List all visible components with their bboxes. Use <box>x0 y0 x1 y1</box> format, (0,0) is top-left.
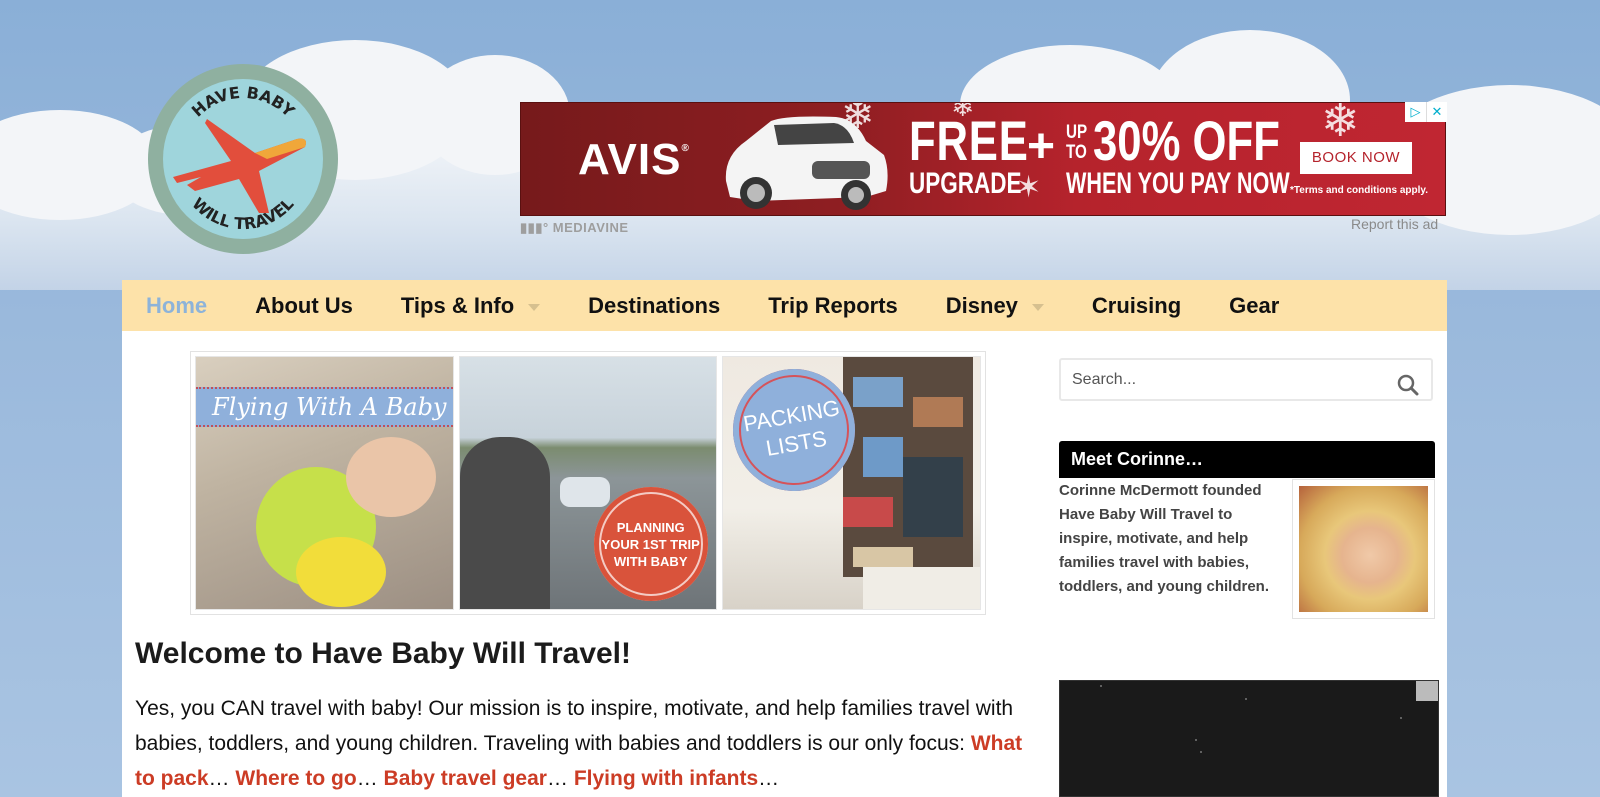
nav-item-home[interactable]: Home <box>146 293 207 319</box>
nav-item-destinations[interactable]: Destinations <box>588 293 720 319</box>
close-icon[interactable]: ✕ <box>1426 102 1447 122</box>
ad-brand: AVIS® <box>578 135 690 184</box>
person-silhouette <box>459 437 550 609</box>
main-content: Flying With A Baby PLANNING YOUR 1ST TRIP… <box>122 331 1447 797</box>
report-ad-link[interactable]: Report this ad <box>1351 216 1438 232</box>
tile-title-stamp: PLANNING YOUR 1ST TRIP WITH BABY <box>593 487 708 601</box>
nav-item-about-us[interactable]: About Us <box>255 293 353 319</box>
caret-down-icon <box>528 303 541 311</box>
site-logo[interactable]: HAVE BABY WILL TRAVEL <box>147 63 339 255</box>
mediavine-logo: ▮▮▮° MEDIAVINE <box>520 220 629 235</box>
link-baby-travel-gear[interactable]: Baby travel gear <box>384 767 547 790</box>
ad-choices[interactable]: ▷ ✕ <box>1405 102 1447 122</box>
gallery-tile-packing-lists[interactable]: PACKING LISTS <box>722 356 982 610</box>
separator: … <box>356 767 378 790</box>
gallery-tile-flying-with-baby[interactable]: Flying With A Baby <box>195 356 454 610</box>
ad-headline-discount: 30% OFF <box>1093 109 1280 172</box>
search-box <box>1059 358 1433 401</box>
caret-down-icon <box>1031 303 1044 311</box>
toy-shape <box>296 537 386 607</box>
ad-up-to: UP TO <box>1066 122 1088 163</box>
page-title: Welcome to Have Baby Will Travel! <box>135 637 632 670</box>
sidebar-video-ad[interactable] <box>1059 680 1439 797</box>
nav-item-gear[interactable]: Gear <box>1229 293 1279 319</box>
meet-corinne-heading: Meet Corinne… <box>1059 441 1435 478</box>
star-dot <box>1400 717 1402 719</box>
separator: … <box>758 767 780 790</box>
link-flying-with-infants[interactable]: Flying with infants <box>574 767 758 790</box>
main-nav: Home About Us Tips & Info Destinations T… <box>122 280 1447 331</box>
separator: … <box>546 767 568 790</box>
star-dot <box>1200 751 1202 753</box>
ad-headline-pay-now: WHEN YOU PAY NOW <box>1066 167 1290 200</box>
book-now-button[interactable]: BOOK NOW <box>1300 142 1412 174</box>
ad-choices-icon[interactable]: ▷ <box>1405 102 1426 122</box>
tile-title: Flying With A Baby <box>196 387 453 427</box>
star-dot <box>1100 685 1102 687</box>
ad-headline-free: FREE <box>909 109 1029 172</box>
author-photo <box>1292 479 1435 619</box>
separator: … <box>208 767 230 790</box>
baby-face <box>346 437 436 517</box>
featured-gallery: Flying With A Baby PLANNING YOUR 1ST TRIP… <box>190 351 986 615</box>
search-icon[interactable] <box>1397 374 1419 401</box>
ad-headline-upgrade: UPGRADE <box>909 167 1022 200</box>
ad-choices-icon[interactable] <box>1416 681 1438 701</box>
star-dot <box>1245 698 1247 700</box>
nav-item-tips-info[interactable]: Tips & Info <box>401 293 541 319</box>
nav-item-cruising[interactable]: Cruising <box>1092 293 1181 319</box>
nav-item-trip-reports[interactable]: Trip Reports <box>768 293 898 319</box>
car-image <box>725 116 888 210</box>
nav-item-disney[interactable]: Disney <box>946 293 1044 319</box>
author-portrait <box>1299 486 1428 612</box>
gallery-tile-planning-first-trip[interactable]: PLANNING YOUR 1ST TRIP WITH BABY <box>458 356 718 610</box>
star-dot <box>1195 739 1197 741</box>
search-input[interactable] <box>1061 370 1381 389</box>
avis-banner-ad[interactable]: ❄ ❄ ❄ ✶ AVIS® FREE UPGRADE + UP TO 30% OF… <box>520 102 1446 216</box>
ad-plus: + <box>1027 120 1056 173</box>
intro-text: Yes, you CAN travel with baby! Our missi… <box>135 697 1014 755</box>
snowflake-icon: ❄ <box>1321 102 1360 146</box>
intro-paragraph: Yes, you CAN travel with baby! Our missi… <box>135 691 1035 796</box>
ad-terms: *Terms and conditions apply. <box>1290 185 1428 196</box>
airplane-shape <box>559 477 610 507</box>
airplane-icon: HAVE BABY WILL TRAVEL <box>148 64 338 254</box>
link-where-to-go[interactable]: Where to go <box>235 767 356 790</box>
meet-corinne-text: Corinne McDermott founded Have Baby Will… <box>1059 482 1270 595</box>
